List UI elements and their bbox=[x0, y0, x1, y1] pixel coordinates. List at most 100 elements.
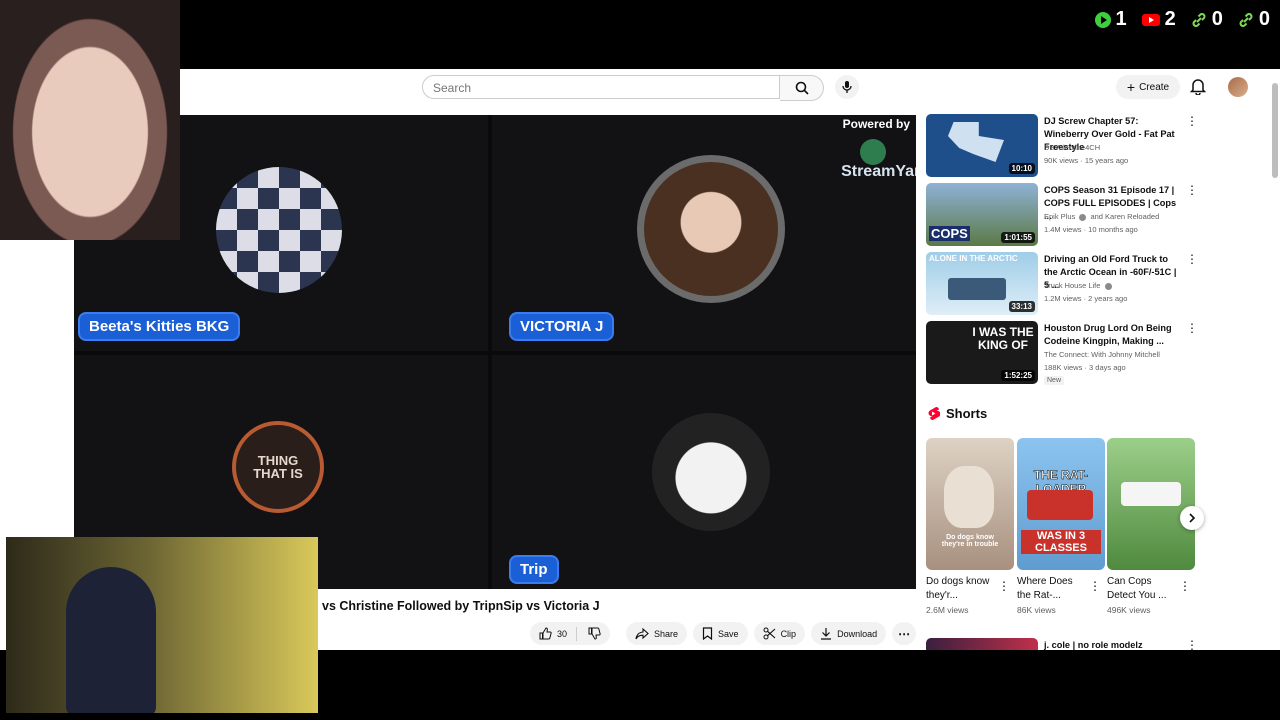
video-thumbnail[interactable]: ALONE IN THE ARCTIC 33:13 bbox=[926, 252, 1038, 315]
like-button[interactable]: 30 bbox=[530, 622, 611, 645]
duration-badge: 33:13 bbox=[1008, 301, 1035, 312]
notifications-button[interactable] bbox=[1189, 77, 1207, 100]
more-options-icon[interactable]: ⋮ bbox=[1089, 579, 1101, 593]
clip-button[interactable]: Clip bbox=[753, 622, 806, 645]
recommendation-title[interactable]: j. cole | no role modelz bbox=[1044, 639, 1180, 650]
thumbnail-text: COPS bbox=[929, 226, 970, 241]
duration-badge: 1:01:55 bbox=[1001, 232, 1035, 243]
download-button[interactable]: Download bbox=[811, 622, 887, 645]
shorts-next-button[interactable] bbox=[1180, 506, 1204, 530]
scissors-icon bbox=[763, 627, 775, 640]
video-meta: 1.4M views · 10 months ago bbox=[1044, 225, 1138, 234]
channel-name[interactable]: DBValentine4CH bbox=[1044, 143, 1100, 152]
recommendation-title[interactable]: Houston Drug Lord On Being Codeine Kingp… bbox=[1044, 322, 1180, 348]
thumbs-down-icon[interactable] bbox=[588, 627, 601, 640]
truck-shape bbox=[1027, 490, 1093, 520]
share-icon bbox=[635, 627, 649, 639]
video-thumbnail[interactable]: COPS 1:01:55 bbox=[926, 183, 1038, 246]
recommendation-item[interactable]: I WAS THE KING OF 1:52:25 Houston Drug L… bbox=[926, 321, 1216, 385]
more-actions-button[interactable]: ⋯ bbox=[892, 622, 917, 645]
participant-name: Beeta's Kitties BKG bbox=[78, 312, 241, 341]
shorts-icon bbox=[928, 406, 940, 421]
share-button[interactable]: Share bbox=[626, 622, 688, 645]
webcam-overlay bbox=[6, 537, 318, 713]
bell-icon bbox=[1189, 79, 1207, 96]
texas-map-shape bbox=[948, 122, 1004, 162]
more-options-icon[interactable]: ⋮ bbox=[1186, 115, 1198, 127]
counter-value: 0 bbox=[1211, 8, 1223, 30]
dog-shape bbox=[944, 466, 994, 528]
short-views: 86K views bbox=[1017, 605, 1056, 615]
video-meta: 90K views · 15 years ago bbox=[1044, 156, 1129, 165]
recommendation-item[interactable]: ALONE IN THE ARCTIC 33:13 Driving an Old… bbox=[926, 252, 1216, 315]
participant-name: VICTORIA J bbox=[509, 312, 615, 341]
short-thumbnail[interactable]: THE RAT-LOADER WAS IN 3 CLASSES bbox=[1017, 438, 1105, 570]
bookmark-icon bbox=[702, 627, 713, 640]
recommendation-item[interactable]: 10:10 DJ Screw Chapter 57: Wineberry Ove… bbox=[926, 114, 1216, 177]
recommendation-item[interactable]: COPS 1:01:55 COPS Season 31 Episode 17 |… bbox=[926, 183, 1216, 246]
short-item[interactable]: Do dogs know they're in trouble Do dogs … bbox=[926, 438, 1014, 615]
youtube-icon bbox=[1141, 13, 1160, 26]
counter-value: 0 bbox=[1258, 8, 1270, 30]
like-count: 30 bbox=[557, 628, 568, 639]
thumbnail-text: ALONE IN THE ARCTIC bbox=[929, 254, 1018, 263]
more-options-icon[interactable]: ⋮ bbox=[1186, 322, 1198, 334]
streamyard-logo-icon bbox=[860, 139, 886, 165]
more-options-icon[interactable]: ⋮ bbox=[1179, 579, 1191, 593]
more-options-icon[interactable]: ⋮ bbox=[1186, 253, 1198, 265]
counter-play: 1 bbox=[1094, 8, 1127, 31]
counter-value: 2 bbox=[1164, 8, 1176, 30]
channel-name[interactable]: Epik Plus and Karen Reloaded bbox=[1044, 212, 1159, 221]
mic-icon bbox=[842, 81, 852, 93]
counter-youtube: 2 bbox=[1141, 8, 1176, 31]
recommendation-item[interactable]: j. cole | no role modelz ⋮ bbox=[926, 638, 1216, 650]
link-icon bbox=[1192, 12, 1206, 27]
search-icon bbox=[795, 81, 809, 95]
new-badge: New bbox=[1044, 376, 1065, 385]
more-options-icon[interactable]: ⋮ bbox=[1186, 184, 1198, 196]
search-input[interactable]: Search bbox=[422, 75, 780, 99]
video-thumbnail[interactable]: I WAS THE KING OF 1:52:25 bbox=[926, 321, 1038, 384]
thumbs-up-icon bbox=[539, 627, 552, 640]
more-options-icon[interactable]: ⋮ bbox=[998, 579, 1010, 593]
short-views: 2.6M views bbox=[926, 605, 969, 615]
tile-avatar bbox=[652, 413, 770, 531]
more-options-icon[interactable]: ⋮ bbox=[1186, 639, 1198, 650]
short-item[interactable]: THE RAT-LOADER WAS IN 3 CLASSES Where Do… bbox=[1017, 438, 1105, 615]
short-caption-secondary: WAS IN 3 CLASSES bbox=[1021, 530, 1101, 554]
create-label: Create bbox=[1139, 81, 1170, 93]
avatar[interactable] bbox=[1228, 77, 1248, 97]
police-car-shape bbox=[1121, 482, 1181, 506]
short-item[interactable]: Can Cops Detect You ... 496K views ⋮ bbox=[1107, 438, 1195, 615]
counter-link-b: 0 bbox=[1237, 8, 1270, 31]
scrollbar[interactable] bbox=[1272, 83, 1278, 178]
link-icon bbox=[1239, 12, 1253, 27]
webcam-overlay bbox=[0, 0, 180, 240]
create-button[interactable]: + Create bbox=[1116, 75, 1180, 99]
person-shape bbox=[66, 567, 156, 713]
more-icon: ⋯ bbox=[898, 626, 911, 641]
video-player[interactable]: THING THAT IS Beeta's Kitties BKG VICTOR… bbox=[74, 115, 916, 589]
voice-search-button[interactable] bbox=[835, 75, 859, 99]
short-title[interactable]: Can Cops Detect You ... bbox=[1107, 575, 1177, 603]
short-title[interactable]: Do dogs know they'r... bbox=[926, 575, 996, 603]
video-meta: 1.2M views · 2 years ago bbox=[1044, 294, 1128, 303]
short-thumbnail[interactable]: Do dogs know they're in trouble bbox=[926, 438, 1014, 570]
short-caption: Do dogs know they're in trouble bbox=[941, 534, 999, 548]
brand-name: StreamYard bbox=[841, 163, 916, 180]
video-thumbnail[interactable]: 10:10 bbox=[926, 114, 1038, 177]
channel-name[interactable]: The Connect: With Johnny Mitchell bbox=[1044, 350, 1160, 359]
stream-counters: 1 2 0 0 bbox=[1094, 8, 1270, 31]
search-button[interactable] bbox=[780, 75, 824, 101]
download-icon bbox=[821, 628, 832, 640]
divider bbox=[576, 626, 578, 641]
short-title[interactable]: Where Does the Rat-... bbox=[1017, 575, 1087, 603]
thumbnail-text: I WAS THE KING OF bbox=[972, 325, 1034, 352]
channel-name[interactable]: Truck House Life bbox=[1044, 281, 1112, 290]
short-thumbnail[interactable] bbox=[1107, 438, 1195, 570]
video-thumbnail[interactable] bbox=[926, 638, 1038, 650]
powered-by: Powered by bbox=[842, 117, 910, 131]
save-button[interactable]: Save bbox=[693, 622, 748, 645]
short-views: 496K views bbox=[1107, 605, 1151, 615]
verified-icon bbox=[1104, 282, 1112, 290]
